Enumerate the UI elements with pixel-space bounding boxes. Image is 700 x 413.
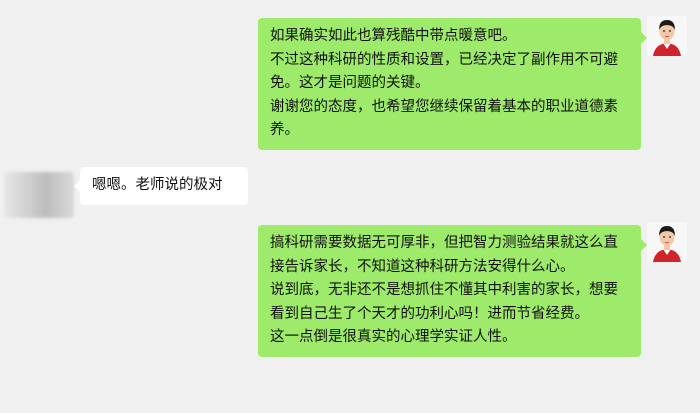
- user-avatar[interactable]: [647, 16, 687, 56]
- avatar-icon: [647, 222, 687, 262]
- chat-message-bubble-sent[interactable]: 如果确实如此也算残酷中带点暖意吧。 不过这种科研的性质和设置，已经决定了副作用不…: [258, 18, 647, 150]
- user-avatar[interactable]: [647, 222, 687, 262]
- contact-avatar[interactable]: [4, 172, 74, 218]
- chat-message-bubble-received[interactable]: 嗯嗯。老师说的极对: [74, 167, 248, 205]
- avatar-icon: [647, 16, 687, 56]
- chat-message-bubble-sent[interactable]: 搞科研需要数据无可厚非，但把智力测验结果就这么直接告诉家长，不知道这种科研方法安…: [258, 225, 647, 357]
